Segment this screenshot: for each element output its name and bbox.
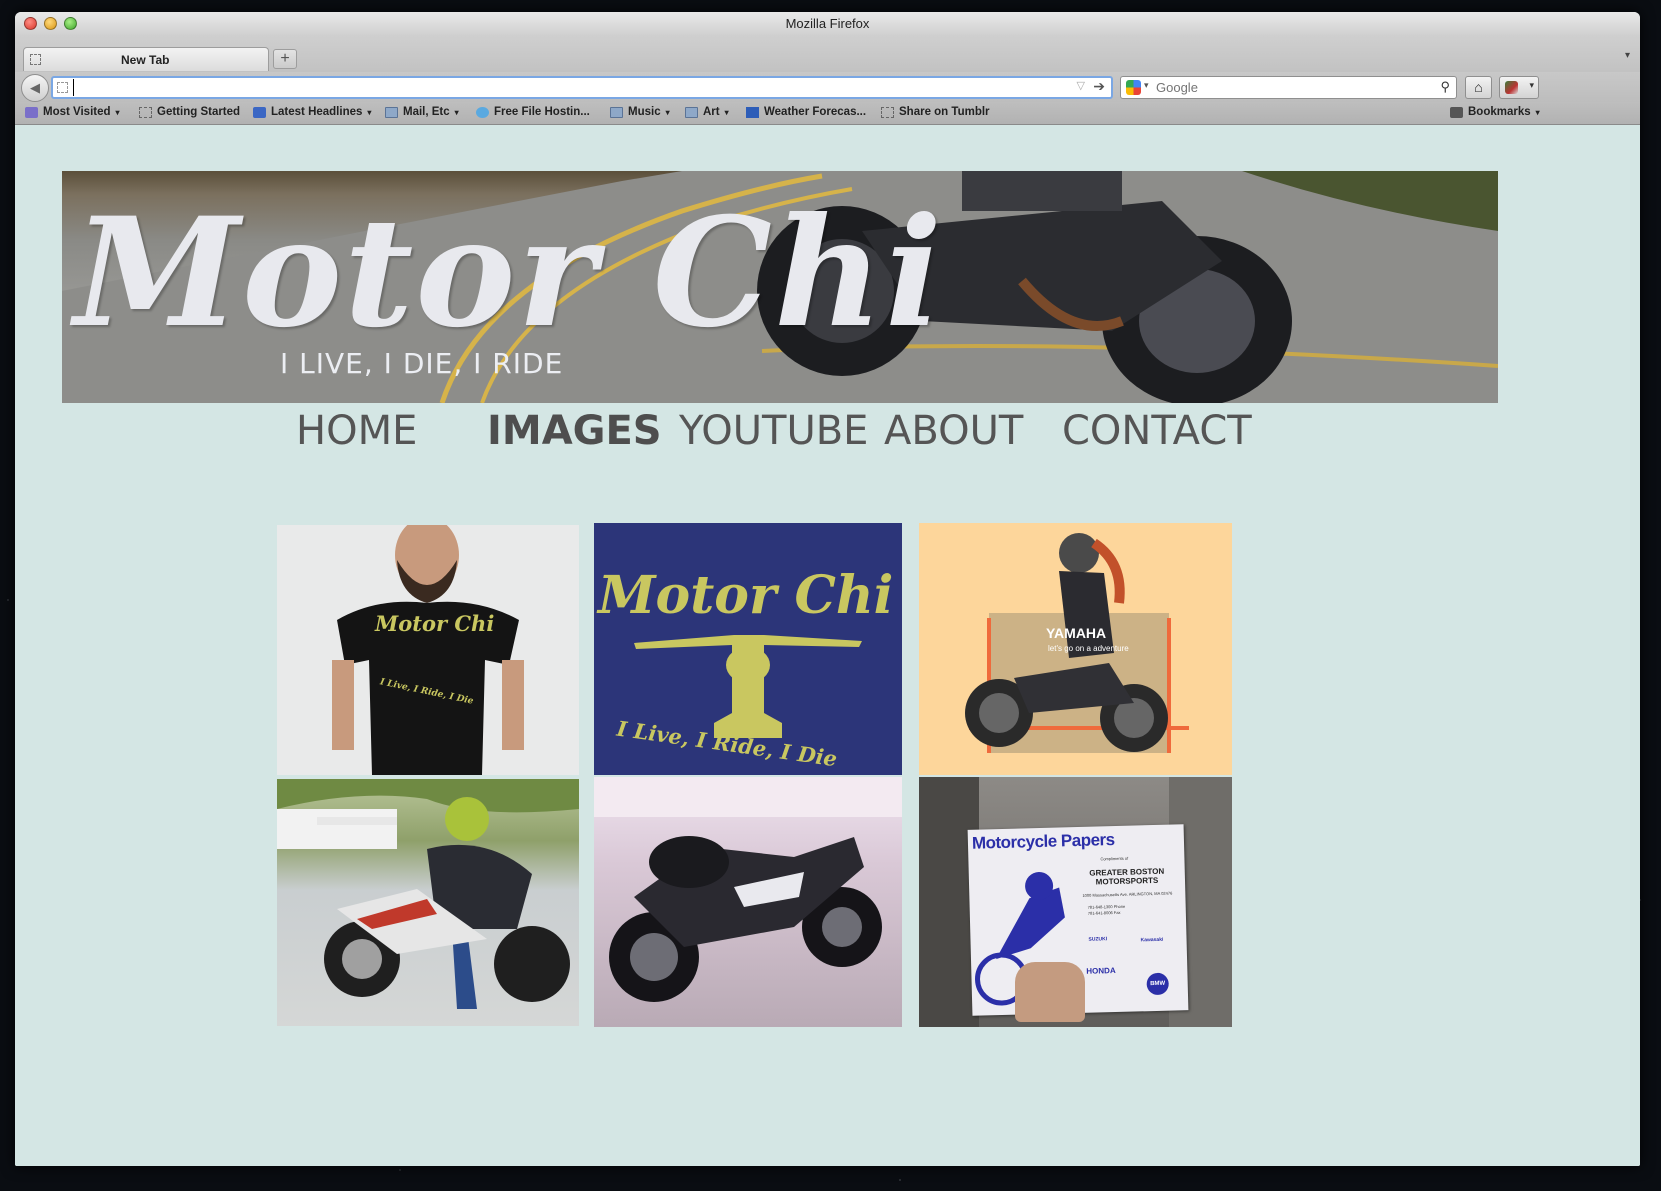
url-history-dropdown-icon[interactable]: ▽: [1077, 79, 1085, 92]
bookmark-most-visited[interactable]: Most Visited ▾: [25, 106, 120, 118]
papers-address: 1000 Massachusetts Ave. ARLINGTON, MA 02…: [1082, 890, 1173, 898]
page-icon: [881, 106, 894, 118]
nav-images[interactable]: IMAGES: [487, 408, 662, 454]
url-bar[interactable]: ▽ ➔: [51, 76, 1113, 99]
weather-icon: [746, 106, 759, 118]
papers-phone: 781-648-1300 Phone: [1087, 903, 1126, 910]
folder-icon: [610, 106, 623, 118]
bookmark-mail-etc[interactable]: Mail, Etc ▾: [385, 106, 459, 118]
papers-dealer: GREATER BOSTON MOTORSPORTS: [1089, 866, 1165, 887]
papers-compliments: Compliments of: [1100, 855, 1129, 862]
site-logo[interactable]: Motor Chi: [74, 193, 944, 353]
folder-icon: [685, 106, 698, 118]
addon-icon: [1505, 81, 1518, 94]
bookmark-share-on-tumblr[interactable]: Share on Tumblr: [881, 106, 990, 118]
holding-hand: [1015, 962, 1085, 1022]
brand-honda: HONDA: [1086, 966, 1116, 976]
list-all-tabs-icon[interactable]: ▾: [1625, 50, 1630, 61]
bookmark-art[interactable]: Art ▾: [685, 106, 729, 118]
gallery-tshirt-image[interactable]: Motor Chi I Live, I Ride, I Die: [277, 525, 579, 775]
home-icon[interactable]: ⌂: [1465, 76, 1492, 99]
brand-bmw: BMW: [1146, 972, 1169, 996]
new-tab-button[interactable]: +: [273, 49, 297, 69]
url-input[interactable]: [73, 79, 1034, 96]
zoom-window-button[interactable]: [64, 17, 77, 30]
bookmarks-star-icon: [1450, 106, 1463, 118]
nav-contact[interactable]: CONTACT: [1062, 408, 1252, 454]
tab-strip: New Tab + ▾: [15, 36, 1640, 73]
parked-motorcycle-photo: [594, 777, 902, 1002]
search-bar[interactable]: ▾ ⚲: [1120, 76, 1457, 99]
chevron-down-icon: ▾: [724, 107, 729, 117]
magnifier-search-icon[interactable]: ⚲: [1440, 79, 1450, 95]
addon-button[interactable]: ▾: [1499, 76, 1539, 99]
header-banner: Motor Chi I LIVE, I DIE, I RIDE: [62, 171, 1498, 403]
gallery-yamaha-image[interactable]: YAMAHA let's go on a adventure: [919, 523, 1232, 775]
site-nav: HOME IMAGES YOUTUBE ABOUT CONTACT: [15, 408, 1640, 468]
nav-about[interactable]: ABOUT: [884, 408, 1023, 454]
tshirt-logo: Motor Chi: [375, 611, 495, 636]
page-content: Motor Chi I LIVE, I DIE, I RIDE HOME IMA…: [15, 125, 1640, 1166]
window-title: Mozilla Firefox: [785, 16, 870, 31]
page-icon: [139, 106, 152, 118]
chevron-down-icon: ▾: [665, 107, 670, 117]
folder-icon: [385, 106, 398, 118]
gallery-parked-bike-photo[interactable]: [594, 777, 902, 1027]
minimize-window-button[interactable]: [44, 17, 57, 30]
gallery-motorcycle-papers-photo[interactable]: Motorcycle Papers Compliments of GREATER…: [919, 777, 1232, 1027]
gallery-rider-photo[interactable]: [277, 779, 579, 1026]
go-arrow-icon[interactable]: ➔: [1093, 78, 1105, 95]
bookmark-getting-started[interactable]: Getting Started: [139, 106, 240, 118]
engine-dropdown-icon[interactable]: ▾: [1144, 80, 1149, 91]
bookmarks-menu-button[interactable]: Bookmarks ▾: [1450, 106, 1540, 118]
back-arrow-icon[interactable]: ◀: [21, 74, 49, 102]
chevron-down-icon: ▾: [115, 107, 120, 117]
addon-dropdown-icon[interactable]: ▾: [1529, 80, 1534, 91]
rss-icon: [253, 106, 266, 118]
tab-label: New Tab: [121, 53, 170, 67]
papers-title: Motorcycle Papers: [971, 830, 1115, 853]
blank-page-icon: [30, 54, 41, 65]
gallery-poster-image[interactable]: Motor Chi I Live, I Ride, I Die: [594, 523, 902, 775]
bookmarks-toolbar: Most Visited ▾ Getting Started Latest Hea…: [15, 102, 1640, 125]
browser-window: Mozilla Firefox New Tab + ▾ ◀ ▽ ➔ ▾ ⚲ ⌂ …: [15, 12, 1640, 1166]
bookmark-weather-forecast[interactable]: Weather Forecas...: [746, 106, 866, 118]
chevron-down-icon: ▾: [1535, 107, 1540, 117]
site-tagline: I LIVE, I DIE, I RIDE: [280, 347, 564, 380]
nav-home[interactable]: HOME: [296, 408, 417, 454]
nav-youtube[interactable]: YOUTUBE: [679, 408, 868, 454]
bookmark-latest-headlines[interactable]: Latest Headlines ▾: [253, 106, 371, 118]
site-identity-icon: [57, 82, 68, 93]
papers-fax: 781-641-8006 Fax: [1087, 909, 1121, 916]
bookmark-music[interactable]: Music ▾: [610, 106, 670, 118]
cloud-icon: [476, 106, 489, 118]
yamaha-brand: YAMAHA: [1046, 625, 1107, 641]
google-engine-icon[interactable]: [1126, 80, 1141, 95]
bookmark-free-file-hosting[interactable]: Free File Hostin...: [476, 106, 590, 118]
title-bar: Mozilla Firefox: [15, 12, 1640, 36]
navigation-toolbar: ◀ ▽ ➔ ▾ ⚲ ⌂ ▾: [15, 72, 1640, 102]
brand-kawasaki: Kawasaki: [1140, 936, 1164, 944]
tshirt-model-illustration: [332, 525, 524, 775]
window-controls: [24, 17, 77, 30]
tab-new-tab[interactable]: New Tab: [23, 47, 269, 71]
brand-suzuki: SUZUKI: [1088, 936, 1108, 943]
close-window-button[interactable]: [24, 17, 37, 30]
yamaha-slogan: let's go on a adventure: [1048, 644, 1129, 653]
rider-on-motorcycle-photo: [277, 779, 579, 1009]
chevron-down-icon: ▾: [367, 107, 372, 117]
most-visited-icon: [25, 106, 38, 118]
chevron-down-icon: ▾: [454, 107, 459, 117]
search-input[interactable]: [1156, 79, 1426, 96]
